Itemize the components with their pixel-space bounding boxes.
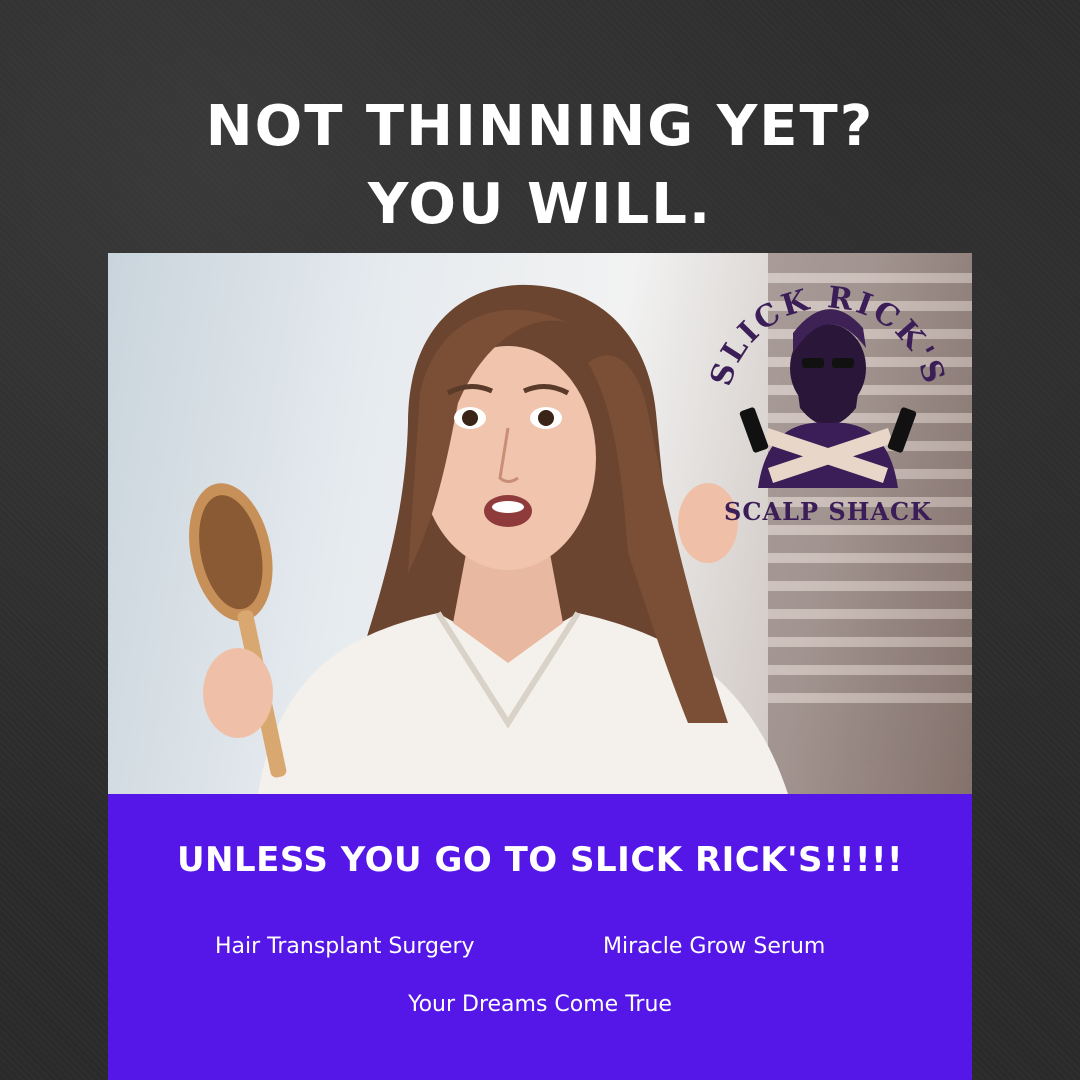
service-dreams: Your Dreams Come True (408, 992, 672, 1017)
slick-ricks-logo: SLICK RICK'S SCALP SHACK (704, 280, 950, 526)
headline: NOT THINNING YET? YOU WILL. (0, 88, 1080, 244)
service-miracle-grow: Miracle Grow Serum (603, 934, 826, 959)
logo-bottom-text: SCALP SHACK (724, 497, 932, 526)
headline-line-2: YOU WILL. (367, 172, 713, 237)
tagline: UNLESS YOU GO TO SLICK RICK'S!!!!! (176, 840, 904, 880)
headline-line-1: NOT THINNING YET? (205, 94, 875, 159)
hero-photo: SLICK RICK'S SCALP SHACK (108, 253, 972, 794)
promo-panel: UNLESS YOU GO TO SLICK RICK'S!!!!! Hair … (108, 794, 972, 1080)
service-hair-transplant: Hair Transplant Surgery (215, 934, 475, 959)
